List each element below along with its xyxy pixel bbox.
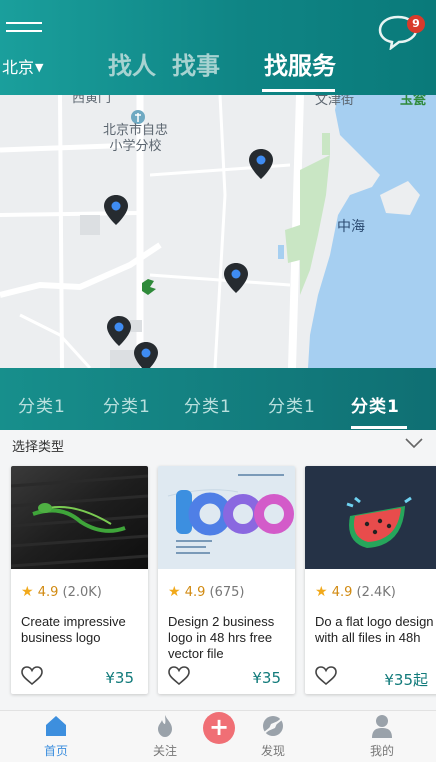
service-card[interactable]: ★ 4.9 (675) Design 2 business logo in 48… <box>158 466 295 694</box>
card-image <box>11 466 148 569</box>
flame-icon <box>158 715 172 737</box>
map-road-label-right: 玉瓮 <box>400 95 427 108</box>
category-tab[interactable]: 分类1 <box>184 392 232 417</box>
service-card[interactable]: ★ 4.9 (2.4K) Do a flat logo design with … <box>305 466 436 694</box>
card-rating: ★ 4.9 (2.4K) <box>315 584 396 600</box>
map-lake-label: 中海 <box>337 219 365 235</box>
top-header: 北京▼ 找人 找事 找服务 9 <box>0 0 436 95</box>
heart-icon[interactable] <box>315 666 337 686</box>
nav-follow-label: 关注 <box>152 744 177 758</box>
card-image <box>158 466 295 569</box>
map-road-label: 文津街 <box>315 95 355 108</box>
rating-count: (2.0K) <box>62 585 102 600</box>
compass-icon <box>262 716 284 736</box>
tab-find-tasks[interactable]: 找事 <box>172 46 220 81</box>
rating-value: 4.9 <box>37 585 59 600</box>
service-card[interactable]: ★ 4.9 (2.0K) Create impressive business … <box>11 466 148 694</box>
category-tabs: 分类1 分类1 分类1 分类1 分类1 <box>0 368 436 430</box>
nav-home[interactable]: 首页 <box>26 711 86 762</box>
message-badge: 9 <box>407 15 425 33</box>
map-road-label-left: 西黄门 <box>72 95 112 106</box>
heart-icon[interactable] <box>168 666 190 686</box>
person-icon <box>372 715 392 738</box>
card-image <box>305 466 436 569</box>
card-rating: ★ 4.9 (2.0K) <box>21 584 102 600</box>
map-school-label: 北京市自忠 小学分校 <box>103 123 168 155</box>
service-map[interactable]: 西黄门 文津街 玉瓮 北京市自忠 小学分校 中海 <box>0 95 436 368</box>
nav-discover[interactable]: 发现 <box>243 711 303 762</box>
nav-mine-label: 我的 <box>369 744 394 758</box>
map-pin-icon[interactable] <box>106 315 132 347</box>
nav-mine[interactable]: 我的 <box>352 711 412 762</box>
nav-home-label: 首页 <box>43 744 68 758</box>
rating-count: (675) <box>209 585 245 600</box>
star-icon: ★ <box>168 584 181 600</box>
card-title[interactable]: Design 2 business logo in 48 hrs free ve… <box>168 614 292 662</box>
rating-value: 4.9 <box>184 585 206 600</box>
category-tab-active[interactable]: 分类1 <box>351 392 400 417</box>
star-icon: ★ <box>315 584 328 600</box>
service-card-list[interactable]: ★ 4.9 (2.0K) Create impressive business … <box>0 458 436 710</box>
rating-value: 4.9 <box>331 585 353 600</box>
card-title[interactable]: Create impressive business logo <box>21 614 145 646</box>
card-price: ¥35 <box>105 669 134 687</box>
category-tab[interactable]: 分类1 <box>18 392 66 417</box>
type-filter-label: 选择类型 <box>12 440 65 455</box>
rating-count: (2.4K) <box>356 585 396 600</box>
nav-follow[interactable]: 关注 <box>135 711 195 762</box>
bottom-nav: 首页 关注 + 发现 我的 <box>0 710 436 762</box>
map-pin-icon[interactable] <box>223 262 249 294</box>
nav-discover-label: 发现 <box>260 744 285 758</box>
card-price: ¥35起 <box>384 671 428 689</box>
active-tab-indicator <box>262 89 335 92</box>
category-tab[interactable]: 分类1 <box>103 392 151 417</box>
school-label-line1: 北京市自忠 <box>103 123 169 138</box>
chevron-down-icon[interactable] <box>404 436 424 450</box>
card-rating: ★ 4.9 (675) <box>168 584 245 600</box>
heart-icon[interactable] <box>21 666 43 686</box>
home-icon <box>46 716 66 736</box>
type-filter[interactable]: 选择类型 <box>0 430 436 458</box>
school-label-line2: 小学分校 <box>109 139 162 154</box>
map-background <box>0 95 436 368</box>
card-price: ¥35 <box>252 669 281 687</box>
map-pin-icon[interactable] <box>103 194 129 226</box>
city-label: 北京 <box>2 58 35 77</box>
active-category-indicator <box>351 426 407 429</box>
category-tab[interactable]: 分类1 <box>268 392 316 417</box>
city-selector[interactable]: 北京▼ <box>2 54 43 78</box>
tab-find-services[interactable]: 找服务 <box>264 46 336 81</box>
map-pin-icon[interactable] <box>248 148 274 180</box>
star-icon: ★ <box>21 584 34 600</box>
card-title[interactable]: Do a flat logo design with all files in … <box>315 614 436 646</box>
add-button[interactable]: + <box>203 712 235 744</box>
menu-icon[interactable] <box>6 20 42 34</box>
caret-down-icon: ▼ <box>35 61 44 74</box>
tab-find-people[interactable]: 找人 <box>108 46 156 81</box>
map-pin-icon[interactable] <box>133 341 159 368</box>
